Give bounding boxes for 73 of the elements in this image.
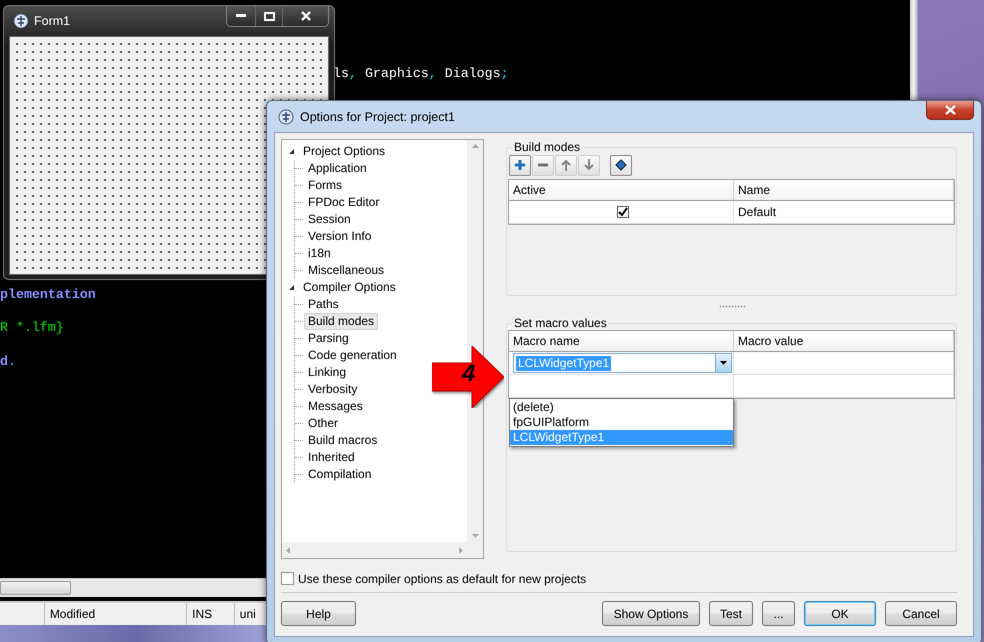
dialog-button[interactable]: OK [804, 601, 876, 626]
group-title: Build modes [513, 140, 582, 154]
tree-item[interactable]: Build macros [304, 432, 382, 449]
plus-icon [513, 158, 527, 172]
tree-item[interactable]: Version Info [304, 228, 376, 245]
dialog-button[interactable]: Cancel [885, 601, 957, 626]
plus-button[interactable] [509, 154, 531, 176]
expand-arrow-icon[interactable] [288, 148, 295, 155]
help-button[interactable]: Help [281, 601, 356, 626]
column-header[interactable]: Macro value [734, 331, 954, 351]
app-logo-icon [13, 13, 29, 29]
dialog-title: Options for Project: project1 [300, 110, 455, 124]
tree-item[interactable]: Forms [304, 177, 346, 194]
tree-item[interactable]: Inherited [304, 449, 359, 466]
table-cell: Default [734, 201, 954, 223]
group-title: Set macro values [513, 316, 608, 330]
minimize-icon [236, 14, 246, 18]
dialog-button[interactable]: ... [762, 601, 795, 626]
tree-item[interactable]: Application [304, 160, 371, 177]
check-icon [618, 207, 628, 217]
maximize-icon [264, 12, 274, 20]
tree-item[interactable]: Build modes [304, 313, 378, 330]
down-arrow-button[interactable] [578, 154, 600, 176]
tree-item[interactable]: Project Options [299, 143, 390, 160]
close-icon [300, 11, 310, 21]
splitter-handle[interactable] [718, 304, 744, 308]
close-icon [944, 105, 956, 115]
minus-button[interactable] [532, 154, 554, 176]
default-checkbox[interactable] [281, 572, 294, 585]
tree-item[interactable]: Compiler Options [299, 279, 400, 296]
tree-item[interactable]: FPDoc Editor [304, 194, 384, 211]
combo-value: LCLWidgetType1 [516, 356, 612, 370]
column-header[interactable]: Macro name [509, 331, 734, 351]
dialog-button[interactable]: Test [708, 601, 753, 626]
code-line: d. [0, 354, 16, 370]
tree-item[interactable]: Messages [304, 398, 367, 415]
tree-item[interactable]: Code generation [304, 347, 401, 364]
tree-item[interactable]: Paths [304, 296, 343, 313]
up-arrow-button[interactable] [555, 154, 577, 176]
down-arrow-icon [582, 158, 596, 172]
caret-icon [720, 361, 727, 365]
maximize-button[interactable] [255, 6, 282, 26]
code-line: ls, Graphics, Dialogs; [333, 66, 509, 82]
tree-item[interactable]: Parsing [304, 330, 353, 347]
active-checkbox[interactable] [617, 206, 629, 218]
diamond-icon [614, 158, 628, 172]
tree-item[interactable]: i18n [304, 245, 335, 262]
checkbox-label: Use these compiler options as default for new projects [298, 572, 586, 586]
callout-arrow [432, 346, 504, 408]
close-button[interactable] [282, 6, 328, 26]
dropdown-option[interactable]: (delete) [510, 400, 733, 415]
code-line: R *.lfm} [0, 320, 64, 336]
tree-item[interactable]: Other [304, 415, 342, 432]
tree-item[interactable]: Session [304, 211, 355, 228]
code-line: plementation [0, 287, 96, 303]
column-header[interactable]: Active [509, 180, 734, 200]
tree-item[interactable]: Linking [304, 364, 350, 381]
diamond-button[interactable] [610, 154, 632, 176]
up-arrow-icon [559, 158, 573, 172]
tree-item[interactable]: Verbosity [304, 381, 362, 398]
close-button[interactable] [926, 101, 974, 120]
dropdown-button[interactable] [715, 354, 731, 372]
tree-item[interactable]: Miscellaneous [304, 262, 388, 279]
column-header[interactable]: Name [734, 180, 954, 200]
step-number: 4 [462, 360, 476, 388]
tree-item[interactable]: Compilation [304, 466, 376, 483]
minimize-button[interactable] [227, 6, 255, 26]
expand-arrow-icon[interactable] [288, 284, 295, 291]
dropdown-option[interactable]: fpGUIPlatform [510, 415, 733, 430]
window-title: Form1 [34, 14, 70, 28]
scroll-thumb[interactable] [0, 581, 71, 595]
dialog-button[interactable]: Show Options [602, 601, 700, 626]
app-logo-icon [278, 108, 294, 124]
